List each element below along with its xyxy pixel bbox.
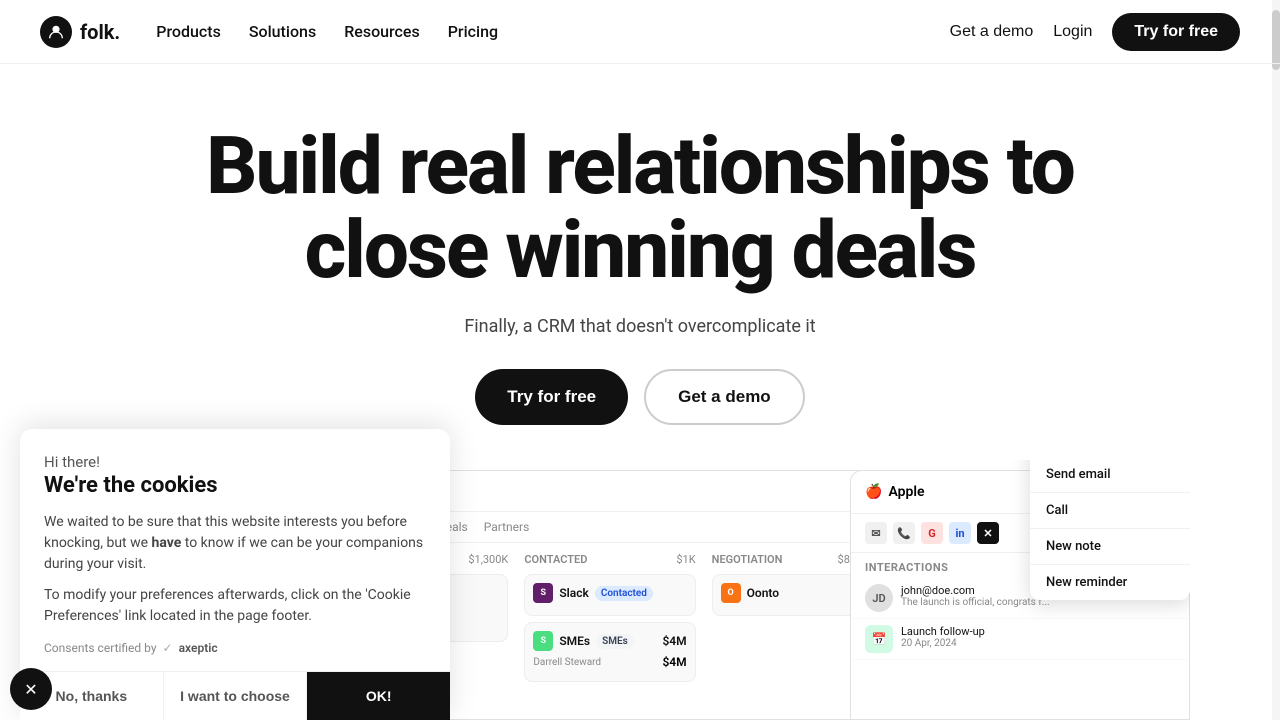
col-contacted-amount: $1K (676, 553, 695, 566)
gmail-icon[interactable]: G (921, 522, 943, 544)
navbar-right: Get a demo Login Try for free (950, 13, 1240, 51)
try-free-button[interactable]: Try for free (1112, 13, 1240, 51)
email-preview: The launch is official, congrats f... (901, 597, 1050, 608)
sme-logo: S (533, 631, 553, 651)
sme-value: $4M (662, 634, 686, 648)
col-contact-amount: $1,300K (468, 553, 508, 566)
nav-products[interactable]: Products (156, 22, 221, 41)
linkedin-icon[interactable]: in (949, 522, 971, 544)
follow-up-icon: 📅 (865, 625, 893, 653)
col-contacted-label: Contacted (524, 553, 587, 566)
nav-pricing[interactable]: Pricing (448, 22, 498, 41)
sme-badge: SMEs (596, 634, 634, 649)
col-contacted-header: Contacted $1K (524, 553, 695, 566)
checkmark-icon: ✓ (163, 641, 173, 655)
x-icon: ✕ (24, 680, 37, 699)
login-button[interactable]: Login (1053, 23, 1092, 41)
apple-emoji-icon: 🍎 (865, 484, 882, 500)
email-address: john@doe.com (901, 584, 1050, 597)
contact-name: Apple (888, 484, 924, 500)
context-call[interactable]: Call (1030, 493, 1190, 529)
hero-buttons: Try for free Get a demo (40, 369, 1240, 425)
get-demo-button[interactable]: Get a demo (950, 23, 1034, 41)
interaction-email-content: john@doe.com The launch is official, con… (901, 584, 1050, 608)
context-new-note[interactable]: New note (1030, 529, 1190, 565)
hero-get-demo-button[interactable]: Get a demo (644, 369, 805, 425)
logo-icon (40, 16, 72, 48)
contact-name-row: 🍎 Apple (865, 484, 925, 500)
sme-name: SMEs (559, 634, 590, 648)
slack-logo: S (533, 583, 553, 603)
card-sme-row: S SMEs SMEs $4M (533, 631, 686, 651)
card-slack: S Slack Contacted (524, 574, 695, 616)
col-contacted: Contacted $1K S Slack Contacted S SMEs S… (524, 553, 695, 688)
cookie-body: We waited to be sure that this website i… (44, 512, 426, 575)
logo-text: folk. (80, 20, 120, 44)
cookie-buttons: No, thanks I want to choose OK! (20, 671, 450, 720)
sme-detail-row: Darrell Steward $4M (533, 655, 686, 669)
interaction-follow: 📅 Launch follow-up 20 Apr, 2024 (851, 619, 1189, 660)
logo[interactable]: folk. (40, 16, 120, 48)
interaction-follow-content: Launch follow-up 20 Apr, 2024 (901, 625, 985, 649)
nav-links: Products Solutions Resources Pricing (156, 22, 498, 41)
contacted-badge: Contacted (595, 586, 653, 601)
hero-section: Build real relationships to close winnin… (0, 64, 1280, 481)
col-negotiation-label: Negotiation (712, 553, 783, 566)
slack-name: Slack (559, 586, 588, 600)
phone-icon[interactable]: 📞 (893, 522, 915, 544)
follow-text: Launch follow-up (901, 625, 985, 638)
oonto-name: Oonto (747, 586, 779, 600)
follow-date: 20 Apr, 2024 (901, 638, 985, 649)
close-x-button[interactable]: ✕ (10, 668, 52, 710)
nav-resources[interactable]: Resources (344, 22, 420, 41)
card-sme: S SMEs SMEs $4M Darrell Steward $4M (524, 622, 695, 682)
context-menu: Find email Send email Call New note New … (1030, 460, 1190, 600)
card-slack-row: S Slack Contacted (533, 583, 686, 603)
hero-try-free-button[interactable]: Try for free (475, 369, 628, 425)
sme-person: Darrell Steward (533, 657, 601, 668)
cookie-banner: Hi there! We're the cookies We waited to… (20, 429, 450, 720)
axeptic-logo: axeptic (179, 641, 218, 655)
cookie-modify: To modify your preferences afterwards, c… (44, 585, 426, 627)
twitter-x-icon[interactable]: ✕ (977, 522, 999, 544)
ok-button[interactable]: OK! (307, 672, 450, 720)
mail-icon[interactable]: ✉ (865, 522, 887, 544)
context-new-reminder[interactable]: New reminder (1030, 565, 1190, 600)
certified-text: Consents certified by (44, 641, 157, 655)
navbar-left: folk. Products Solutions Resources Prici… (40, 16, 498, 48)
cookie-certified: Consents certified by ✓ axeptic (44, 641, 426, 655)
hero-subtitle: Finally, a CRM that doesn't overcomplica… (40, 316, 1240, 337)
hero-title: Build real relationships to close winnin… (190, 124, 1090, 292)
sme-amount: $4M (662, 655, 686, 669)
nav-partners[interactable]: Partners (484, 520, 530, 534)
navbar: folk. Products Solutions Resources Prici… (0, 0, 1280, 64)
want-to-choose-button[interactable]: I want to choose (164, 672, 308, 720)
avatar-john: JD (865, 584, 893, 612)
cookie-hi: Hi there! (44, 453, 426, 471)
cookie-title: We're the cookies (44, 473, 426, 498)
oonto-logo: O (721, 583, 741, 603)
nav-solutions[interactable]: Solutions (249, 22, 316, 41)
